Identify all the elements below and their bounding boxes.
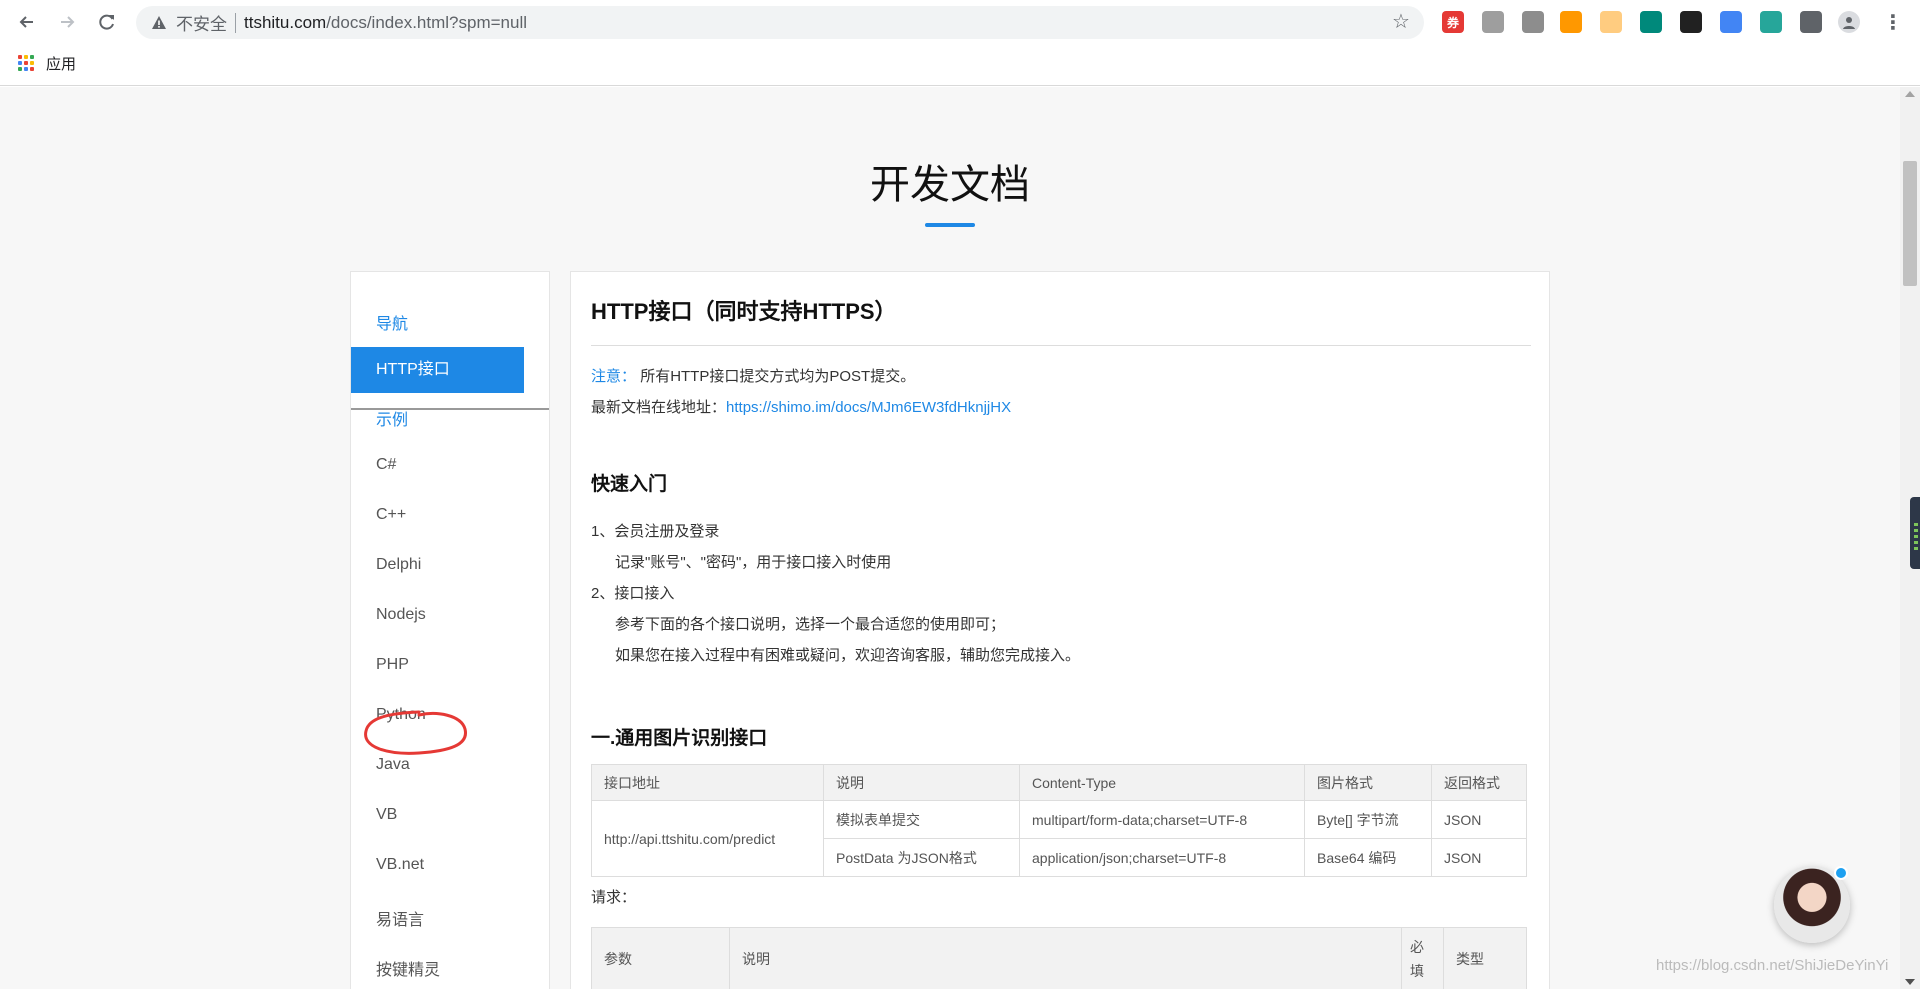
scroll-up-arrow-icon[interactable] xyxy=(1905,91,1915,97)
table-cell: Byte[] 字节流 xyxy=(1304,800,1432,839)
bookmarks-bar: 应用 xyxy=(18,48,76,78)
sidebar-item-vb[interactable]: VB xyxy=(376,806,397,824)
url-text[interactable]: ttshitu.com/docs/index.html?spm=null xyxy=(244,13,527,33)
scroll-down-arrow-icon[interactable] xyxy=(1905,979,1915,985)
endpoint-cell: http://api.ttshitu.com/predict xyxy=(591,800,824,877)
image-search-extension-icon[interactable] xyxy=(1760,11,1782,33)
note-text: 所有HTTP接口提交方式均为POST提交。 xyxy=(640,368,916,385)
step2-desc2: 如果您在接入过程中有困难或疑问，欢迎咨询客服，辅助您完成接入。 xyxy=(615,647,1081,664)
table-header: 接口地址 xyxy=(591,764,824,801)
sidebar-item-anjian[interactable]: 按键精灵 xyxy=(376,956,440,980)
browser-chrome: 不安全 ttshitu.com/docs/index.html?spm=null… xyxy=(0,0,1920,86)
table-header-row: 接口地址 说明 Content-Type 图片格式 返回格式 xyxy=(591,764,1527,801)
table-header-row: 参数 说明 必填 类型 xyxy=(591,927,1527,989)
table-header: 返回格式 xyxy=(1431,764,1527,801)
sidebar-item-delphi[interactable]: Delphi xyxy=(376,556,421,574)
apps-grid-icon[interactable] xyxy=(18,55,34,71)
doc-link-line: 最新文档在线地址：https://shimo.im/docs/MJm6EW3fd… xyxy=(591,396,1011,417)
sidebar-nav-heading[interactable]: 导航 xyxy=(376,310,408,334)
forward-icon[interactable] xyxy=(54,9,80,35)
online-status-dot xyxy=(1834,866,1848,880)
request-label: 请求： xyxy=(591,889,637,906)
map-extension-icon[interactable] xyxy=(1640,11,1662,33)
heading-rule xyxy=(591,345,1531,346)
sidebar-item-php[interactable]: PHP xyxy=(376,656,409,674)
table-header: 说明 xyxy=(823,764,1020,801)
table-header: 参数 xyxy=(591,927,730,989)
table-cell: application/json;charset=UTF-8 xyxy=(1019,838,1305,877)
table-cell: 模拟表单提交 xyxy=(823,800,1020,839)
red-circle-annotation xyxy=(364,710,467,755)
page-viewport: 开发文档 导航 HTTP接口 示例 C# C++ Delphi Nodejs P… xyxy=(0,87,1900,989)
cat-extension-icon[interactable] xyxy=(1600,11,1622,33)
doc-link-label: 最新文档在线地址： xyxy=(591,399,727,416)
reload-icon[interactable] xyxy=(94,9,120,35)
insecure-label: 不安全 xyxy=(176,15,227,34)
url-path: /docs/index.html?spm=null xyxy=(326,12,527,32)
page-title: 开发文档 xyxy=(870,163,1030,207)
table-cell: PostData 为JSON格式 xyxy=(823,838,1020,877)
browser-toolbar: 不安全 ttshitu.com/docs/index.html?spm=null… xyxy=(0,0,1920,44)
note-line: 注意： 所有HTTP接口提交方式均为POST提交。 xyxy=(591,365,915,386)
sidebar-item-cpp[interactable]: C++ xyxy=(376,506,406,524)
sidebar-item-java[interactable]: Java xyxy=(376,756,410,774)
profile-avatar-icon[interactable] xyxy=(1838,11,1860,33)
scroll-thumb[interactable] xyxy=(1903,161,1917,286)
sidebar-item-http-api[interactable]: HTTP接口 xyxy=(351,347,524,393)
quick-start-heading: 快速入门 xyxy=(591,474,668,495)
side-widget-tab[interactable] xyxy=(1910,497,1920,569)
swirl-extension-icon[interactable] xyxy=(1680,11,1702,33)
content-heading: HTTP接口（同时支持HTTPS） xyxy=(591,299,897,324)
docs-content: HTTP接口（同时支持HTTPS） 注意： 所有HTTP接口提交方式均为POST… xyxy=(570,271,1550,989)
sidebar-item-csharp[interactable]: C# xyxy=(376,456,396,474)
table-row: http://api.ttshitu.com/predict 模拟表单提交 mu… xyxy=(591,800,1527,877)
table-cell: Base64 编码 xyxy=(1304,838,1432,877)
title-underline xyxy=(925,223,975,227)
sidebar-item-easy-language[interactable]: 易语言 xyxy=(376,906,424,930)
sidebar-item-vbnet[interactable]: VB.net xyxy=(376,856,424,874)
table-cell: JSON xyxy=(1431,838,1527,877)
params-table: 参数 说明 必填 类型 xyxy=(591,927,1527,989)
table-header: 类型 xyxy=(1443,927,1527,989)
apps-bookmark-label[interactable]: 应用 xyxy=(46,53,76,74)
ticket-extension-icon[interactable] xyxy=(1522,11,1544,33)
table-cell: multipart/form-data;charset=UTF-8 xyxy=(1019,800,1305,839)
lock-extension-icon[interactable] xyxy=(1560,11,1582,33)
omnibox-separator xyxy=(235,12,236,33)
coupon-extension-icon[interactable]: 券 xyxy=(1442,11,1464,33)
browser-menu-icon[interactable]: ⋮ xyxy=(1882,11,1904,34)
table-cell: JSON xyxy=(1431,800,1527,839)
address-bar[interactable]: 不安全 ttshitu.com/docs/index.html?spm=null… xyxy=(136,6,1424,39)
table-header: 必填 xyxy=(1401,927,1444,989)
table-header: 说明 xyxy=(729,927,1402,989)
watermark-text: https://blog.csdn.net/ShiJieDeYinYi xyxy=(1656,957,1889,974)
url-host: ttshitu.com xyxy=(244,12,327,32)
doc-link[interactable]: https://shimo.im/docs/MJm6EW3fdHknjjHX xyxy=(726,399,1011,416)
sidebar-item-nodejs[interactable]: Nodejs xyxy=(376,606,426,624)
warning-icon[interactable] xyxy=(150,14,168,32)
bookmark-star-icon[interactable]: ☆ xyxy=(1390,12,1412,34)
puzzle-extension-icon[interactable] xyxy=(1800,11,1822,33)
shield-extension-icon[interactable] xyxy=(1482,11,1504,33)
chrome-extension-icon[interactable] xyxy=(1720,11,1742,33)
step1: 1、会员注册及登录 xyxy=(591,523,720,540)
step1-desc: 记录"账号"、"密码"，用于接口接入时使用 xyxy=(615,554,892,571)
step2: 2、接口接入 xyxy=(591,585,675,602)
section1-heading: 一.通用图片识别接口 xyxy=(591,728,768,749)
table-header: Content-Type xyxy=(1019,764,1305,801)
api-table: 接口地址 说明 Content-Type 图片格式 返回格式 http://ap… xyxy=(591,764,1527,877)
sidebar-examples-heading[interactable]: 示例 xyxy=(376,406,408,430)
docs-sidebar: 导航 HTTP接口 示例 C# C++ Delphi Nodejs PHP Py… xyxy=(350,271,550,989)
note-label: 注意： xyxy=(591,368,637,385)
table-header: 图片格式 xyxy=(1304,764,1432,801)
step2-desc1: 参考下面的各个接口说明，选择一个最合适您的使用即可； xyxy=(615,616,1006,633)
back-icon[interactable] xyxy=(14,9,40,35)
